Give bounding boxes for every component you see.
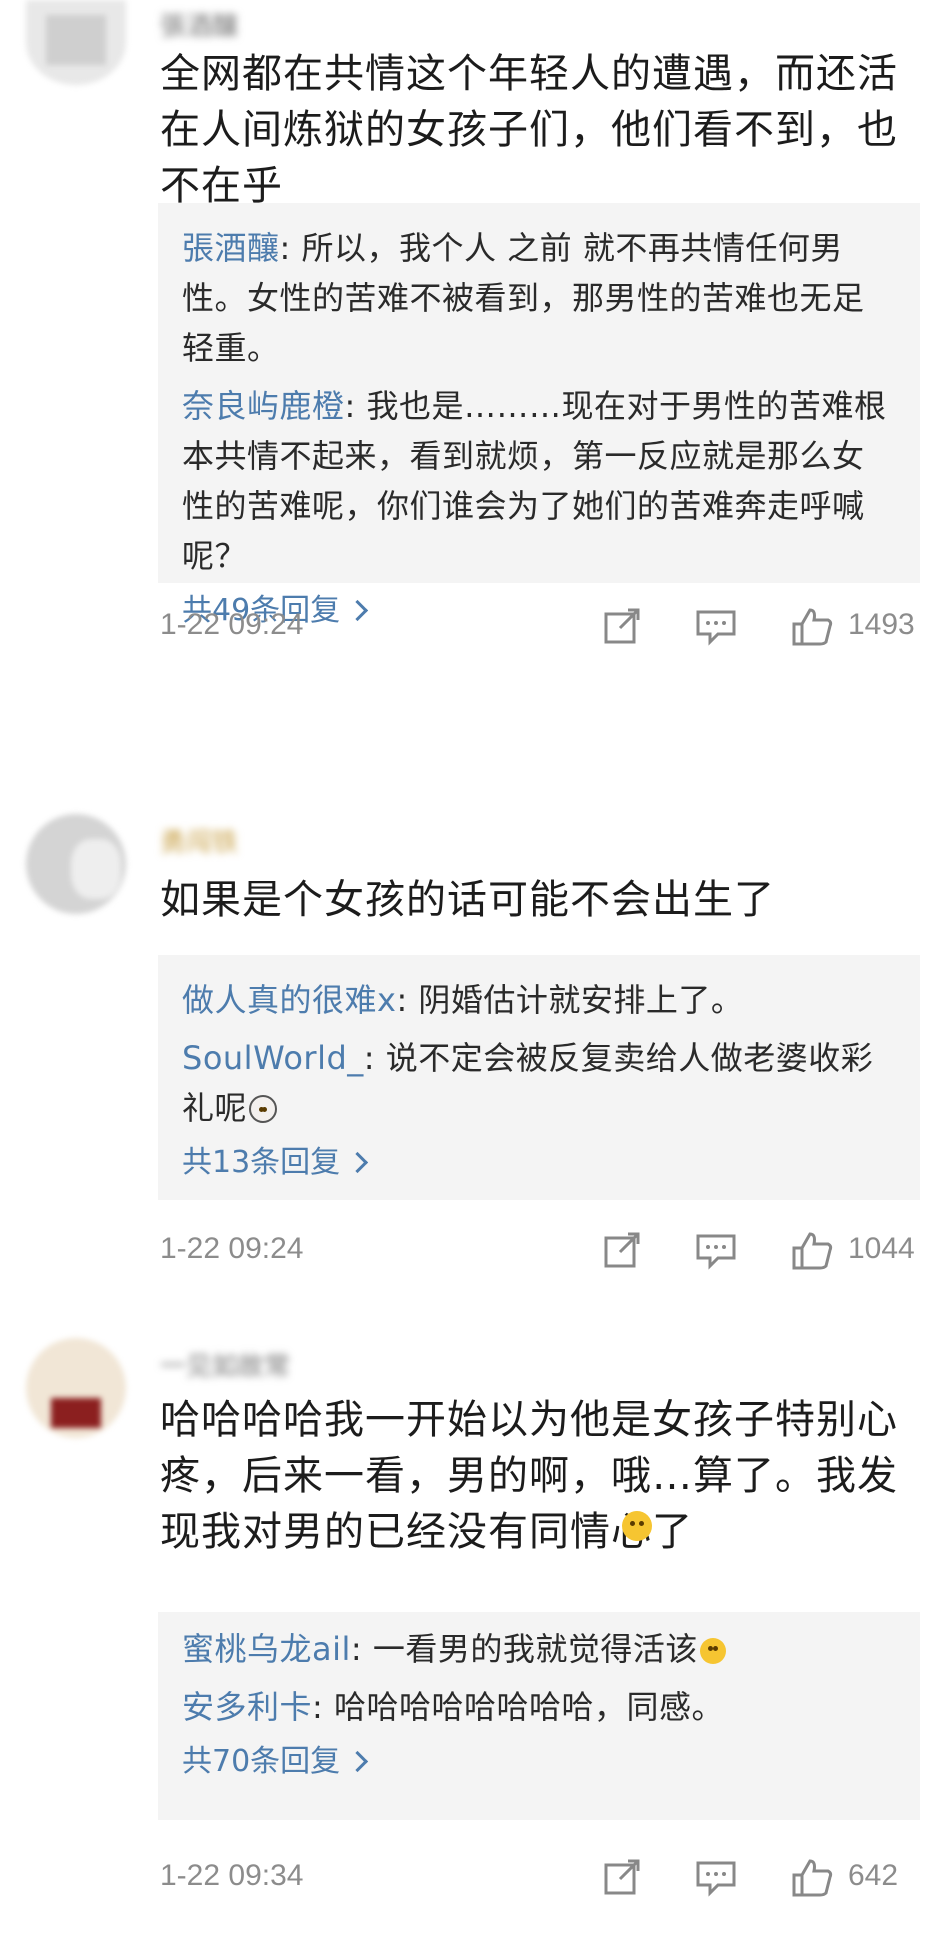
avatar[interactable] (26, 1338, 126, 1438)
reply-colon: : (396, 981, 419, 1019)
comment-text: 全网都在共情这个年轻人的遭遇，而还活在人间炼狱的女孩子们，他们看不到，也不在乎 (160, 51, 898, 209)
share-icon[interactable] (600, 604, 644, 648)
reply-box[interactable]: 蜜桃乌龙ail: 一看男的我就觉得活该 安多利卡: 哈哈哈哈哈哈哈哈，同感。 共… (158, 1612, 920, 1820)
comment-icon[interactable] (694, 1855, 738, 1899)
like-count: 1493 (848, 608, 915, 641)
reply-colon: : (363, 1039, 386, 1077)
reply: 安多利卡: 哈哈哈哈哈哈哈哈，同感。 (182, 1682, 896, 1732)
reply-author[interactable]: 奈良屿鹿橙 (182, 387, 345, 425)
thumbs-up-icon[interactable] (790, 604, 834, 648)
avatar[interactable] (26, 0, 126, 85)
share-icon[interactable] (600, 1855, 644, 1899)
reply-colon: : (312, 1688, 334, 1726)
reply-colon: : (279, 229, 302, 267)
username[interactable]: 勇闯铁 (160, 822, 330, 858)
share-icon[interactable] (600, 1228, 644, 1272)
more-replies-link[interactable]: 共70条回复 (182, 1740, 896, 1784)
chevron-right-icon (347, 1750, 369, 1773)
thumbs-up-icon[interactable] (790, 1228, 834, 1272)
like-count: 1044 (848, 1232, 915, 1265)
reply-author[interactable]: 張酒釀 (182, 229, 280, 267)
comment-meta: 1-22 09:24 1493 (160, 604, 920, 648)
comment-icon[interactable] (694, 604, 738, 648)
chevron-right-icon (347, 1151, 369, 1174)
timestamp: 1-22 09:34 (160, 1859, 304, 1892)
reply-box[interactable]: 做人真的很难x: 阴婚估计就安排上了。 SoulWorld_: 说不定会被反复卖… (158, 955, 920, 1200)
timestamp: 1-22 09:24 (160, 1232, 304, 1265)
comment-text: 哈哈哈哈我一开始以为他是女孩子特别心疼，后来一看，男的啊，哦…算了。我发现我对男… (160, 1397, 898, 1555)
thumbs-up-icon[interactable] (790, 1855, 834, 1899)
more-replies-label: 共13条回复 (182, 1145, 341, 1180)
more-replies-link[interactable]: 共13条回复 (182, 1141, 896, 1185)
reply-colon: : (350, 1630, 373, 1668)
more-replies-label: 共70条回复 (182, 1744, 341, 1779)
comment-icon[interactable] (694, 1228, 738, 1272)
comment-meta: 1-22 09:24 1044 (160, 1228, 920, 1272)
reply: 奈良屿鹿橙: 我也是………现在对于男性的苦难根本共情不起来，看到就烦，第一反应就… (182, 381, 896, 581)
like-count: 642 (848, 1859, 899, 1892)
reply-text: 哈哈哈哈哈哈哈哈，同感。 (333, 1688, 724, 1726)
reply: 蜜桃乌龙ail: 一看男的我就觉得活该 (182, 1624, 896, 1674)
reply-author[interactable]: SoulWorld_ (182, 1039, 364, 1077)
reply-author[interactable]: 蜜桃乌龙ail (182, 1630, 351, 1668)
reply-author[interactable]: 做人真的很难x (182, 981, 396, 1019)
reply: 張酒釀: 所以，我个人 之前 就不再共情任何男性。女性的苦难不被看到，那男性的苦… (182, 223, 896, 373)
comment-meta: 1-22 09:34 642 (160, 1855, 920, 1899)
username[interactable]: 張酒釀 (160, 6, 330, 42)
reply: 做人真的很难x: 阴婚估计就安排上了。 (182, 975, 896, 1025)
emoji-icon (699, 1638, 726, 1664)
reply-text: 阴婚估计就安排上了。 (418, 981, 744, 1019)
timestamp: 1-22 09:24 (160, 608, 304, 641)
emoji-icon (249, 1095, 278, 1123)
reply-text: 一看男的我就觉得活该 (372, 1630, 698, 1668)
reply: SoulWorld_: 说不定会被反复卖给人做老婆收彩礼呢 (182, 1033, 896, 1133)
avatar[interactable] (26, 814, 126, 914)
username[interactable]: 一见如故常 (160, 1346, 450, 1382)
reply-colon: : (344, 387, 367, 425)
reply-box[interactable]: 張酒釀: 所以，我个人 之前 就不再共情任何男性。女性的苦难不被看到，那男性的苦… (158, 203, 920, 628)
reply-author[interactable]: 安多利卡 (182, 1688, 312, 1726)
emoji-icon (622, 1511, 652, 1541)
comment-text: 如果是个女孩的话可能不会出生了 (160, 877, 775, 923)
